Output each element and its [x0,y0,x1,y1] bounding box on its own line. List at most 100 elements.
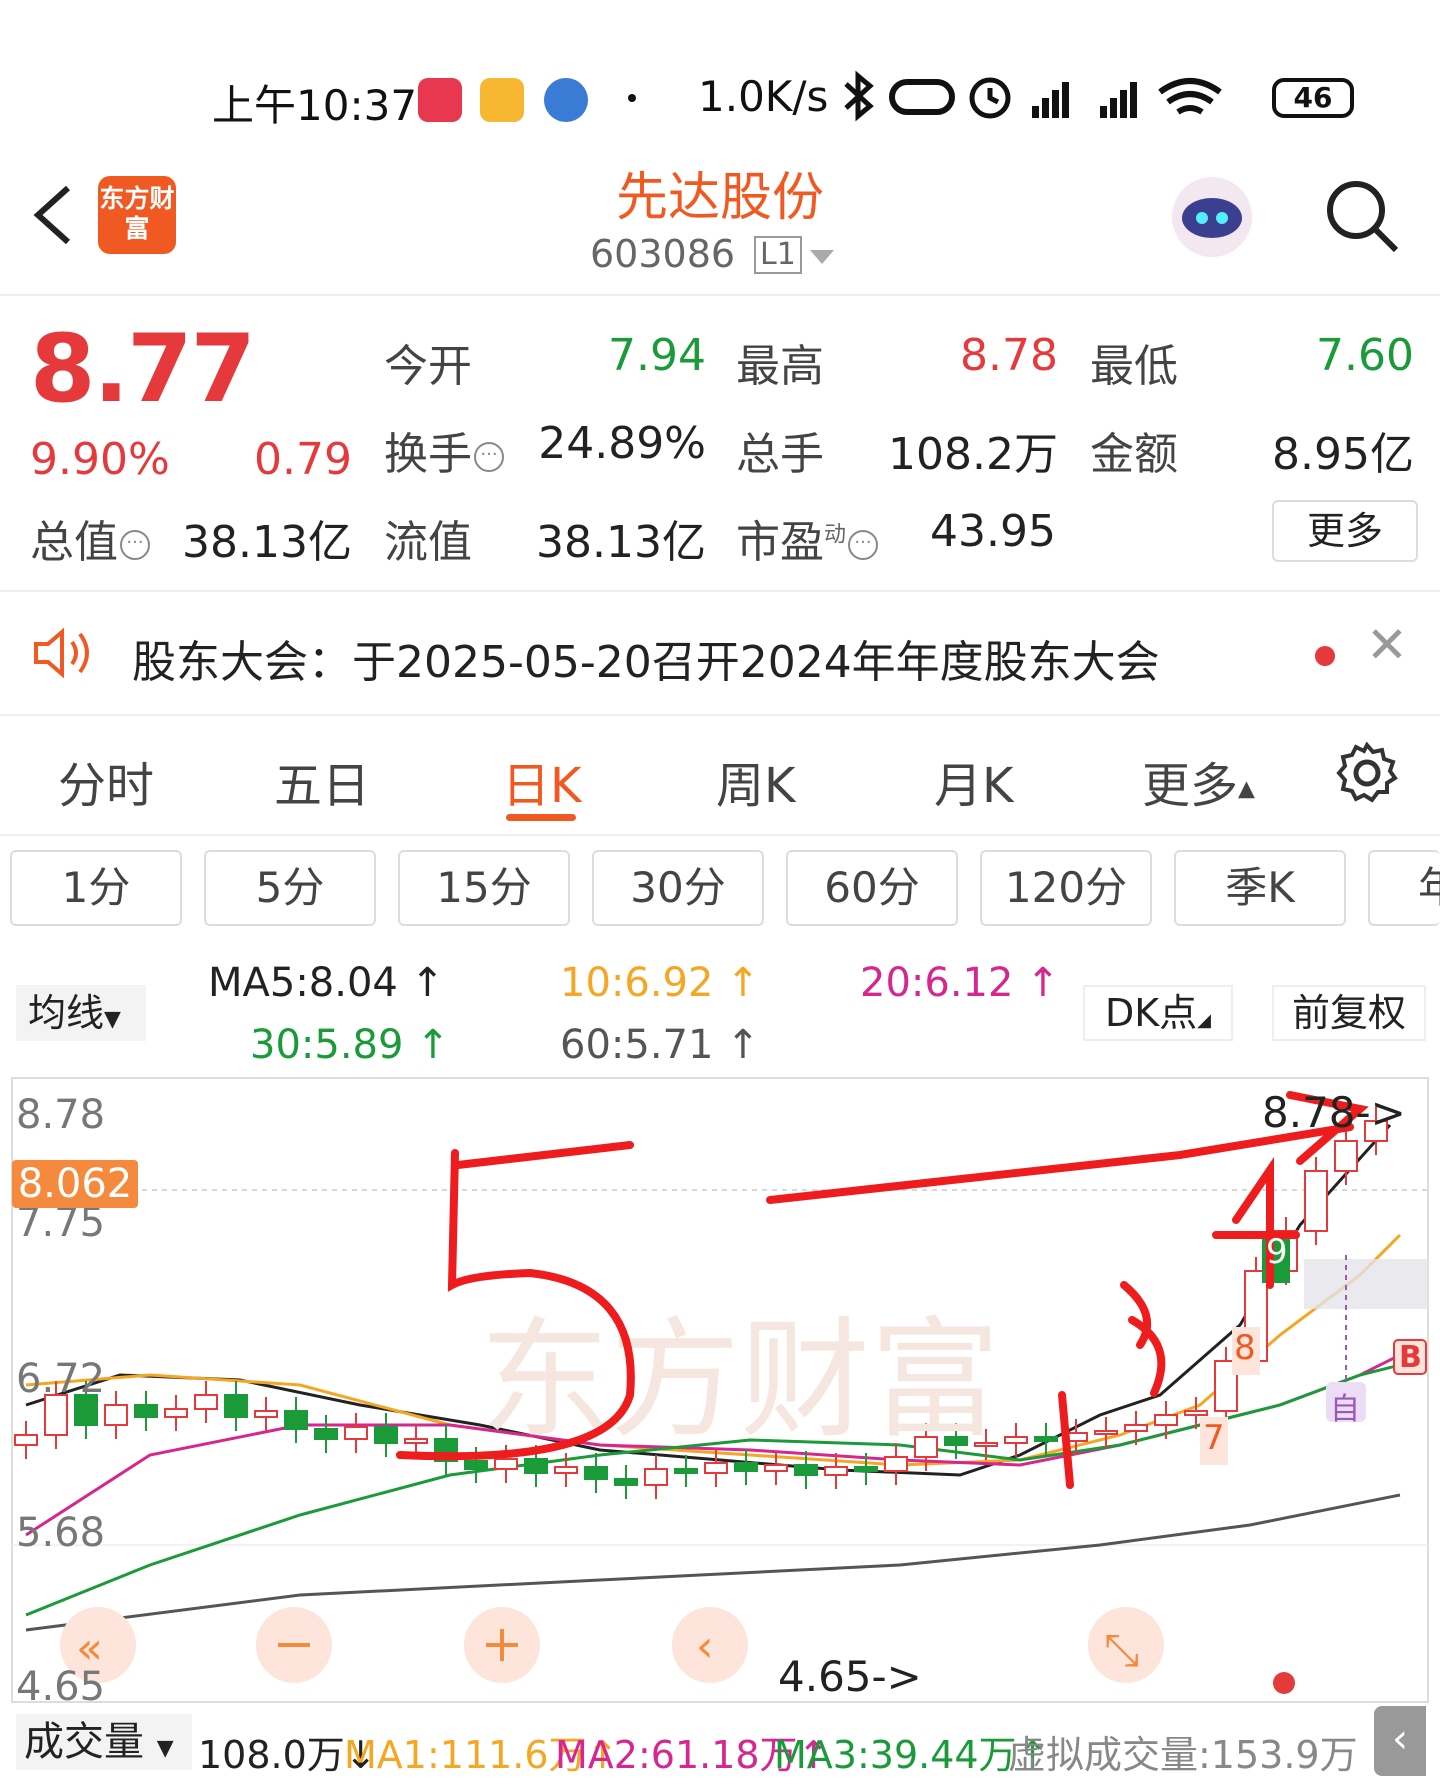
app-logo: 东方财富 [98,176,176,254]
candle-body [14,1434,38,1446]
red-dot [1273,1672,1295,1694]
candle-body [554,1466,578,1474]
label-pe[interactable]: 市盈动 ··· [736,506,879,570]
candle-body [314,1428,338,1440]
tab-monthly-k[interactable]: 月K [934,746,1013,816]
low-annotation: 4.65-> [778,1652,922,1701]
candle-body [404,1438,428,1444]
more-button[interactable]: 更多 [1272,500,1418,562]
virtual-volume: 虚拟成交量:153.9万 [1008,1733,1358,1777]
tab-five-day[interactable]: 五日 [274,746,370,816]
info-icon[interactable]: ··· [474,442,504,472]
change-percent: 9.90% [30,434,170,485]
current-price-tag: 8.062 [12,1160,138,1208]
candle-body [1154,1414,1178,1426]
label-market-cap[interactable]: 总值 ··· [30,506,150,570]
search-icon[interactable] [1322,176,1402,256]
ma20-value: 20:6.12 ↑ [860,960,1060,1006]
candle-body [794,1464,818,1476]
volume-selector[interactable]: 成交量 ▼ [16,1714,192,1770]
period-5min[interactable]: 5分 [204,850,376,926]
candle-body [614,1478,638,1486]
divider [0,294,1440,296]
candle-body [1094,1430,1118,1435]
period-15min[interactable]: 15分 [398,850,570,926]
corner-triangle-icon: ◢ [1197,1010,1212,1031]
status-icons [844,70,1222,122]
y-label-4: 5.68 [16,1510,106,1556]
value-amount: 8.95亿 [1272,429,1414,480]
candle-body [674,1468,698,1474]
label-turnover[interactable]: 换手 ··· [384,418,504,482]
stock-name: 先达股份 [615,168,824,228]
value-volume: 108.2万 [888,429,1058,480]
info-icon[interactable]: ··· [120,530,150,560]
candle-body [374,1426,398,1444]
candle-body [134,1404,158,1418]
close-icon[interactable]: ✕ [1366,616,1408,674]
divider [0,834,1440,836]
candle-body [524,1458,548,1474]
info-icon[interactable]: ··· [848,530,879,560]
value-high: 8.78 [960,330,1058,381]
unread-dot [1315,646,1335,666]
chevron-down-icon[interactable] [810,250,834,264]
wifi-icon [1158,78,1222,115]
candle-body [464,1460,488,1470]
candle-body [1304,1170,1328,1232]
speaker-icon [34,627,89,679]
high-annotation: 8.78-> [1262,1088,1406,1137]
period-1min[interactable]: 1分 [10,850,182,926]
ma60-value: 60:5.71 ↑ [560,1022,760,1068]
baidu-icon [544,78,588,122]
candle-body [644,1468,668,1486]
candle-body [1184,1410,1208,1416]
svg-text:‹: ‹ [696,1621,714,1672]
net-speed: 1.0K/s [698,72,829,121]
period-30min[interactable]: 30分 [592,850,764,926]
candle-body [284,1410,308,1430]
current-price: 8.77 [30,315,256,424]
candlestick-chart[interactable]: 东方财富 « ‹ ⤡ [0,1075,1440,1705]
level-badge[interactable]: L1 [754,236,802,274]
tab-more[interactable]: 更多▲ [1142,746,1255,816]
dot-icon [628,94,636,102]
period-120min[interactable]: 120分 [980,850,1152,926]
candle-body [224,1394,248,1418]
app-notification-icon [418,78,462,122]
pe-superscript: 动 [824,522,847,548]
label-open: 今开 [384,341,472,392]
candle-body [824,1466,848,1476]
notice-bar[interactable]: 股东大会：于2025-05-20召开2024年年度股东大会 ✕ [0,590,1440,716]
period-year-k[interactable]: 年 [1368,850,1440,926]
ma30-value: 30:5.89 ↑ [250,1022,450,1068]
bluetooth-icon [844,70,874,122]
candle-body [1124,1424,1148,1432]
y-label-top: 8.78 [16,1092,106,1138]
candle-body [1004,1436,1028,1444]
svg-text:东方财富: 东方财富 [480,1304,1000,1456]
period-60min[interactable]: 60分 [786,850,958,926]
tab-daily-k[interactable]: 日K [502,746,581,816]
watermark: 东方财富 [480,1304,1000,1456]
back-icon[interactable] [28,180,78,250]
ma10-value: 10:6.92 ↑ [560,960,760,1006]
collapse-panel-icon[interactable]: ‹ [1374,1706,1426,1776]
candle-body [344,1426,368,1440]
label-amount: 金额 [1090,429,1178,480]
tab-intraday[interactable]: 分时 [58,746,154,816]
gear-icon[interactable] [1336,742,1398,804]
notice-text[interactable]: 股东大会：于2025-05-20召开2024年年度股东大会 [132,626,1160,690]
tab-weekly-k[interactable]: 周K [716,746,795,816]
assistant-robot-icon[interactable] [1166,174,1258,260]
triangle-down-icon: ▼ [156,1736,174,1761]
dk-point-button[interactable]: DK点◢ [1083,985,1233,1041]
value-low: 7.60 [1316,330,1414,381]
ma-selector[interactable]: 均线▼ [16,985,146,1041]
value-turnover: 24.89% [538,418,706,469]
period-quarter-k[interactable]: 季K [1174,850,1346,926]
y-label-3: 6.72 [16,1356,106,1402]
ma5-value: MA5:8.04 ↑ [208,960,445,1006]
adjust-mode-button[interactable]: 前复权 [1272,985,1426,1041]
active-tab-indicator [506,814,576,821]
